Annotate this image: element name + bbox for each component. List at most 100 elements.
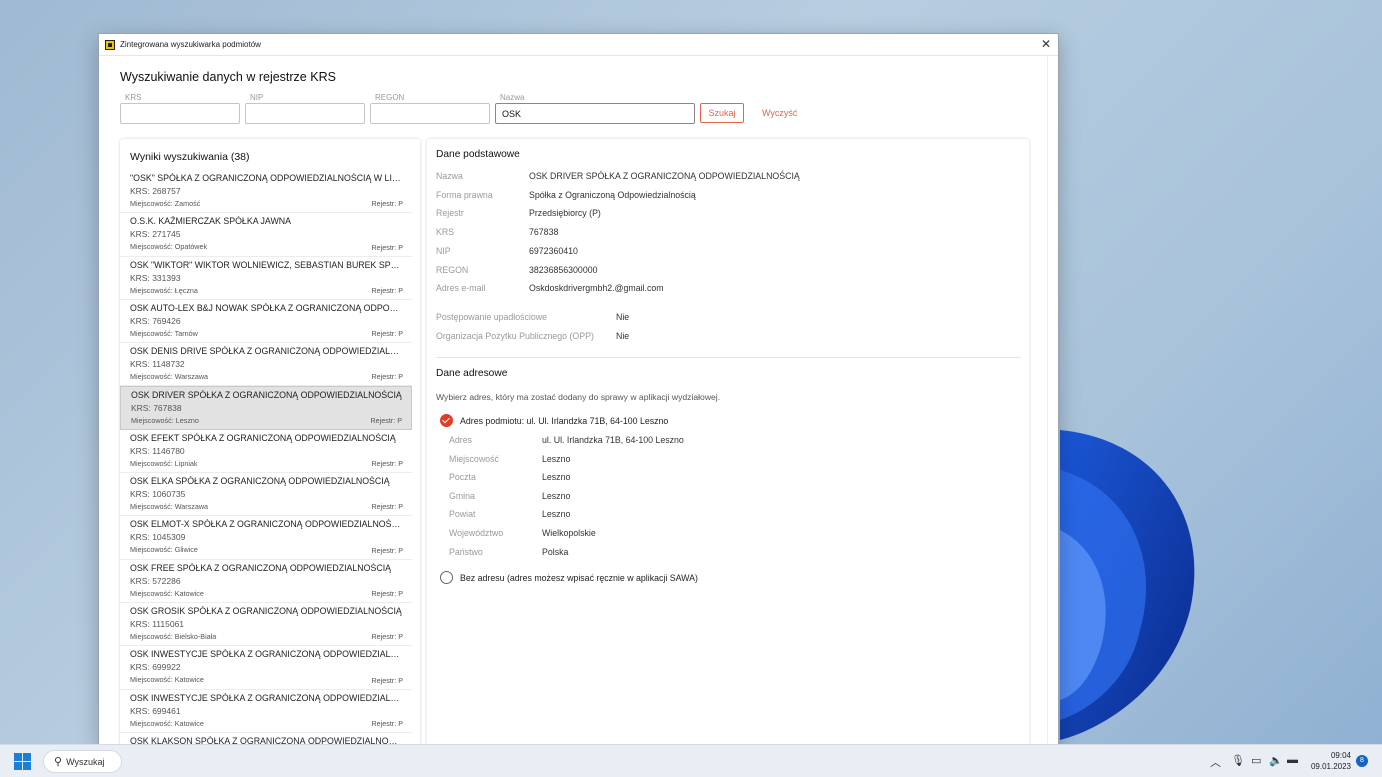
field-value: Leszno xyxy=(542,490,571,501)
field-value: ul. Ul. Irlandzka 71B, 64-100 Leszno xyxy=(542,435,684,445)
basic-data-row: REGON 38236856300000 xyxy=(436,265,598,275)
result-item[interactable]: OSK DRIVER SPÓŁKA Z OGRANICZONĄ ODPOWIED… xyxy=(120,386,412,430)
notification-badge[interactable]: 8 xyxy=(1356,755,1368,767)
result-name: OSK AUTO-LEX B&J NOWAK SPÓŁKA Z OGRANICZ… xyxy=(130,302,402,313)
field-label: Adres xyxy=(449,435,472,445)
result-city: Miejscowość: Leszno xyxy=(131,416,199,426)
address-option-selected[interactable]: Adres podmiotu: ul. Ul. Irlandzka 71B, 6… xyxy=(440,414,668,427)
results-title: Wyniki wyszukiwania (38) xyxy=(130,151,250,163)
address-data-title: Dane adresowe xyxy=(436,368,508,379)
result-item[interactable]: OSK EFEKT SPÓŁKA Z OGRANICZONĄ ODPOWIEDZ… xyxy=(120,430,412,474)
result-krs: KRS: 699922 xyxy=(130,662,181,673)
result-city: Miejscowość: Lipniak xyxy=(130,458,198,468)
result-name: OSK "WIKTOR" WIKTOR WOLNIEWICZ, SEBASTIA… xyxy=(130,259,402,270)
basic-data-title: Dane podstawowe xyxy=(436,149,520,160)
volume-icon[interactable]: 🔈 xyxy=(1269,754,1283,767)
result-name: OSK FREE SPÓŁKA Z OGRANICZONĄ ODPOWIEDZI… xyxy=(130,562,392,573)
result-item[interactable]: OSK ELKA SPÓŁKA Z OGRANICZONĄ ODPOWIEDZI… xyxy=(120,473,412,517)
address-option-none[interactable]: Bez adresu (adres możesz wpisać ręcznie … xyxy=(440,571,698,584)
field-label: Państwo xyxy=(449,546,483,557)
result-krs: KRS: 1045309 xyxy=(130,532,186,543)
regon-input[interactable] xyxy=(370,103,490,124)
field-label: Miejscowość xyxy=(449,453,499,464)
search-button[interactable]: Szukaj xyxy=(700,103,744,123)
result-item[interactable]: OSK DENIS DRIVE SPÓŁKA Z OGRANICZONĄ ODP… xyxy=(120,343,412,387)
field-label: Województwo xyxy=(449,528,504,538)
nip-input[interactable] xyxy=(245,103,365,124)
clear-button[interactable]: Wyczyść xyxy=(762,103,797,123)
result-krs: KRS: 1060735 xyxy=(130,489,186,500)
result-krs: KRS: 271745 xyxy=(130,229,181,240)
taskbar: ⚲ Wyszukaj ︿ 🎙 ▭ 🔈 ▬ 09:04 09.01.2023 8 xyxy=(0,744,1382,777)
field-value: OSK DRIVER SPÓŁKA Z OGRANICZONĄ ODPOWIED… xyxy=(529,171,800,181)
microphone-icon[interactable]: 🎙 xyxy=(1231,754,1245,767)
field-value: Nie xyxy=(616,312,630,322)
search-icon: ⚲ xyxy=(54,756,63,768)
radio-empty-icon[interactable] xyxy=(440,571,453,584)
result-item[interactable]: OSK INWESTYCJE SPÓŁKA Z OGRANICZONĄ ODPO… xyxy=(120,646,412,690)
address-row: Miejscowość Leszno xyxy=(449,454,570,464)
nip-field: NIP xyxy=(245,93,365,124)
krs-field: KRS xyxy=(120,93,240,124)
status-row: Organizacja Pożytku Publicznego (OPP) Nie xyxy=(436,331,629,341)
result-krs: KRS: 1148732 xyxy=(130,359,185,370)
field-value: Oskdoskdrivergmbh2.@gmail.com xyxy=(529,283,664,294)
chevron-up-icon[interactable]: ︿ xyxy=(1210,754,1221,770)
taskbar-search[interactable]: ⚲ Wyszukaj xyxy=(43,750,122,773)
network-icon[interactable]: ▭ xyxy=(1251,754,1261,767)
result-registry: Rejestr: P xyxy=(371,588,403,598)
result-item[interactable]: OSK FREE SPÓŁKA Z OGRANICZONĄ ODPOWIEDZI… xyxy=(120,560,412,603)
window-title: Zintegrowana wyszukiwarka podmiotów xyxy=(120,40,261,49)
field-value: Leszno xyxy=(542,509,571,520)
taskbar-clock[interactable]: 09:04 09.01.2023 xyxy=(1305,750,1351,772)
field-label: Nazwa xyxy=(436,171,463,181)
regon-label: REGON xyxy=(375,93,405,102)
result-registry: Rejestr: P xyxy=(371,285,403,295)
result-item[interactable]: "OSK" SPÓŁKA Z OGRANICZONĄ ODPOWIEDZIALN… xyxy=(120,170,412,214)
main-content: Wyszukiwanie danych w rejestrze KRS KRS … xyxy=(99,56,1049,747)
field-value: 767838 xyxy=(529,227,559,238)
result-city: Miejscowość: Zamość xyxy=(130,199,201,208)
krs-label: KRS xyxy=(125,93,142,102)
field-label: Powiat xyxy=(449,509,476,520)
result-item[interactable]: O.S.K. KAŹMIERCZAK SPÓŁKA JAWNA KRS: 2717… xyxy=(120,213,412,257)
result-registry: Rejestr: P xyxy=(371,459,403,469)
nazwa-label: Nazwa xyxy=(500,93,525,102)
field-value: Nie xyxy=(616,331,630,341)
vertical-scrollbar[interactable] xyxy=(1047,56,1058,747)
result-item[interactable]: OSK "WIKTOR" WIKTOR WOLNIEWICZ, SEBASTIA… xyxy=(120,257,412,300)
address-hint: Wybierz adres, który ma zostać dodany do… xyxy=(436,392,721,402)
windows-start-icon[interactable] xyxy=(14,753,31,770)
field-label: Poczta xyxy=(449,472,476,483)
basic-data-row: Nazwa OSK DRIVER SPÓŁKA Z OGRANICZONĄ ODP… xyxy=(436,171,800,181)
result-item[interactable]: OSK GROSIK SPÓŁKA Z OGRANICZONĄ ODPOWIED… xyxy=(120,603,412,647)
result-city: Miejscowość: Tarnów xyxy=(130,328,198,338)
result-krs: KRS: 699461 xyxy=(130,705,181,716)
field-label: KRS xyxy=(436,227,455,238)
field-value: Leszno xyxy=(542,472,571,483)
result-city: Miejscowość: Warszawa xyxy=(130,372,209,382)
result-name: OSK GROSIK SPÓŁKA Z OGRANICZONĄ ODPOWIED… xyxy=(130,605,402,616)
address-row: Powiat Leszno xyxy=(449,509,570,519)
field-value: 38236856300000 xyxy=(529,264,598,275)
result-registry: Rejestr: P xyxy=(371,329,403,339)
result-item[interactable]: OSK AUTO-LEX B&J NOWAK SPÓŁKA Z OGRANICZ… xyxy=(120,300,412,344)
result-item[interactable]: OSK ELMOT-X SPÓŁKA Z OGRANICZONĄ ODPOWIE… xyxy=(120,516,412,560)
result-name: OSK ELMOT-X SPÓŁKA Z OGRANICZONĄ ODPOWIE… xyxy=(130,519,402,530)
result-krs: KRS: 268757 xyxy=(130,186,181,196)
details-panel: Dane podstawowe Nazwa OSK DRIVER SPÓŁKA Z… xyxy=(427,139,1029,747)
battery-icon[interactable]: ▬ xyxy=(1287,754,1298,766)
result-city: Miejscowość: Warszawa xyxy=(130,502,209,512)
nazwa-input[interactable]: OSK xyxy=(495,103,695,124)
radio-checked-icon[interactable] xyxy=(440,414,453,427)
result-item[interactable]: OSK INWESTYCJE SPÓŁKA Z OGRANICZONĄ ODPO… xyxy=(120,690,412,733)
address-row: Gmina Leszno xyxy=(449,491,570,501)
result-registry: Rejestr: P xyxy=(371,502,403,512)
address-option-label: Adres podmiotu: ul. Ul. Irlandzka 71B, 6… xyxy=(460,415,669,426)
address-row: Poczta Leszno xyxy=(449,472,570,482)
close-button[interactable]: ✕ xyxy=(1038,36,1054,52)
results-panel: Wyniki wyszukiwania (38) "OSK" SPÓŁKA Z … xyxy=(120,139,420,747)
address-row: Adres ul. Ul. Irlandzka 71B, 64-100 Leszn… xyxy=(449,435,684,445)
result-city: Miejscowość: Opatówek xyxy=(130,242,208,252)
krs-input[interactable] xyxy=(120,103,240,124)
